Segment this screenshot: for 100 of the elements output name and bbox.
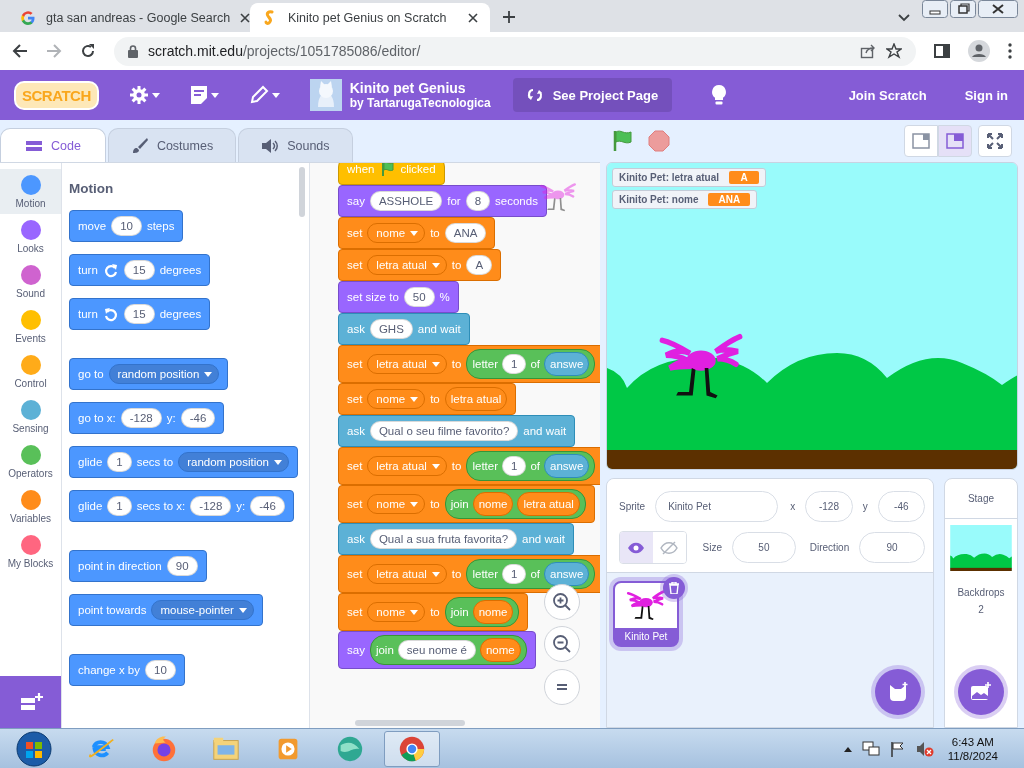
block-input[interactable]: 1 bbox=[502, 456, 527, 476]
block-input[interactable]: ASSHOLE bbox=[369, 191, 443, 211]
code-block[interactable]: point in direction 90 bbox=[69, 550, 207, 582]
block-input[interactable]: 1 bbox=[502, 354, 527, 374]
back-icon[interactable] bbox=[12, 43, 28, 59]
block-input[interactable]: 8 bbox=[465, 191, 491, 211]
code-block[interactable]: ask Qual o seu filme favorito? and wait bbox=[338, 415, 576, 447]
close-icon[interactable] bbox=[978, 0, 1018, 18]
editor-tab[interactable]: Sounds bbox=[238, 128, 353, 162]
code-block[interactable]: move 10 steps bbox=[69, 210, 184, 242]
edit-menu[interactable] bbox=[248, 85, 280, 105]
volume-muted-icon[interactable] bbox=[915, 741, 934, 757]
start-icon[interactable] bbox=[16, 731, 52, 767]
choose-sprite-button[interactable] bbox=[875, 669, 921, 715]
block-input[interactable]: 10 bbox=[111, 216, 142, 236]
profile-icon[interactable] bbox=[968, 40, 990, 62]
x-field[interactable]: -128 bbox=[805, 491, 853, 522]
block-input[interactable]: Qual a sua fruta favorita? bbox=[369, 529, 518, 549]
stage-size-button[interactable] bbox=[938, 125, 972, 157]
scrollbar[interactable] bbox=[299, 167, 305, 217]
block-input[interactable]: -128 bbox=[120, 408, 162, 428]
sprite-name-field[interactable]: Kinito Pet bbox=[655, 491, 779, 522]
block-input[interactable]: Qual o seu filme favorito? bbox=[369, 421, 519, 441]
code-block[interactable]: go to x: -128 y: -46 bbox=[69, 402, 225, 434]
sign-in-link[interactable]: Sign in bbox=[964, 87, 1008, 103]
show-hidden-icon[interactable] bbox=[843, 746, 852, 752]
block-input[interactable]: GHS bbox=[369, 319, 413, 339]
code-block[interactable]: ask GHS and wait bbox=[338, 313, 470, 345]
scrollbar[interactable] bbox=[355, 720, 465, 726]
block-input[interactable]: 1 bbox=[502, 564, 527, 584]
editor-tab[interactable]: Code bbox=[0, 128, 106, 162]
network-icon[interactable] bbox=[861, 741, 880, 757]
code-block[interactable]: set letra atual to letter 1 of answe bbox=[338, 555, 600, 593]
editor-tab[interactable]: Costumes bbox=[107, 128, 237, 162]
code-block[interactable]: set letra atual to A bbox=[338, 249, 502, 281]
category-item[interactable]: Motion bbox=[0, 169, 61, 214]
y-field[interactable]: -46 bbox=[877, 491, 925, 522]
block-input[interactable]: 15 bbox=[123, 260, 155, 280]
category-item[interactable]: My Blocks bbox=[0, 529, 61, 574]
block-input[interactable]: A bbox=[466, 255, 493, 275]
block-input[interactable]: -46 bbox=[250, 496, 285, 516]
block-dropdown[interactable]: random position bbox=[108, 364, 220, 384]
block-input[interactable]: 15 bbox=[123, 304, 155, 324]
chevron-down-icon[interactable] bbox=[898, 14, 910, 22]
size-field[interactable]: 50 bbox=[732, 532, 796, 563]
close-icon[interactable] bbox=[240, 12, 251, 23]
code-block[interactable]: turn 15 degrees bbox=[69, 254, 211, 286]
category-item[interactable]: Sound bbox=[0, 259, 61, 304]
reload-icon[interactable] bbox=[80, 43, 96, 59]
block-input[interactable]: 1 bbox=[107, 496, 132, 516]
category-item[interactable]: Looks bbox=[0, 214, 61, 259]
code-block[interactable]: set nome to ANA bbox=[338, 217, 496, 249]
reporter-block[interactable]: letter 1 of answe bbox=[466, 349, 596, 379]
backdrop-thumbnail[interactable] bbox=[950, 525, 1012, 571]
sidebar-icon[interactable] bbox=[934, 43, 950, 59]
block-input[interactable]: 10 bbox=[145, 660, 176, 680]
code-block[interactable]: set size to 50 % bbox=[338, 281, 459, 313]
code-block[interactable]: change x by 10 bbox=[69, 654, 185, 686]
fullscreen-button[interactable] bbox=[978, 125, 1012, 157]
code-block[interactable]: turn 15 degrees bbox=[69, 298, 211, 330]
code-block[interactable]: set letra atual to letter 1 of answe bbox=[338, 447, 600, 485]
code-block[interactable]: say ASSHOLE for 8 seconds bbox=[338, 185, 547, 217]
flag-icon[interactable] bbox=[889, 741, 906, 757]
join-link[interactable]: Join Scratch bbox=[848, 87, 927, 103]
address-bar[interactable]: scratch.mit.edu/projects/1051785086/editor/ bbox=[114, 36, 916, 66]
code-block[interactable]: glide 1 secs to random position bbox=[69, 446, 298, 478]
zoom-in-button[interactable] bbox=[544, 584, 580, 620]
reporter-block[interactable]: letter 1 of answe bbox=[466, 451, 596, 481]
more-icon[interactable] bbox=[1008, 43, 1012, 59]
stop-icon[interactable] bbox=[648, 130, 670, 152]
add-extension-button[interactable] bbox=[0, 676, 61, 728]
block-input[interactable]: seu nome é bbox=[397, 640, 476, 660]
code-block[interactable]: go to random position bbox=[69, 358, 229, 390]
file-menu[interactable] bbox=[189, 85, 219, 105]
code-block[interactable]: ask Qual a sua fruta favorita? and wait bbox=[338, 523, 574, 555]
stage-size-button[interactable] bbox=[904, 125, 938, 157]
block-input[interactable]: 90 bbox=[166, 556, 198, 576]
category-item[interactable]: Variables bbox=[0, 484, 61, 529]
delete-button[interactable] bbox=[663, 577, 685, 599]
star-icon[interactable] bbox=[886, 43, 902, 59]
choose-backdrop-button[interactable] bbox=[958, 669, 1004, 715]
block-dropdown[interactable]: random position bbox=[178, 452, 289, 472]
browser-tab[interactable]: gta san andreas - Google Search bbox=[8, 3, 248, 32]
block-input[interactable]: 1 bbox=[107, 452, 132, 472]
settings-menu[interactable] bbox=[128, 85, 160, 105]
zoom-reset-button[interactable] bbox=[544, 669, 580, 705]
code-block[interactable]: say join seu nome é nome bbox=[338, 631, 536, 669]
taskbar-app[interactable] bbox=[384, 731, 440, 767]
close-icon[interactable] bbox=[468, 12, 478, 23]
see-project-button[interactable]: See Project Page bbox=[512, 78, 673, 112]
category-item[interactable]: Sensing bbox=[0, 394, 61, 439]
block-input[interactable]: ANA bbox=[444, 223, 487, 243]
category-item[interactable]: Control bbox=[0, 349, 61, 394]
restore-icon[interactable] bbox=[950, 0, 976, 18]
category-item[interactable]: Events bbox=[0, 304, 61, 349]
block-input[interactable]: -46 bbox=[180, 408, 216, 428]
browser-tab[interactable]: Kinito pet Genius on Scratch bbox=[250, 3, 490, 32]
sprite-tile[interactable]: Kinito Pet bbox=[613, 581, 679, 647]
plus-icon[interactable] bbox=[502, 10, 516, 24]
direction-field[interactable]: 90 bbox=[859, 532, 925, 563]
